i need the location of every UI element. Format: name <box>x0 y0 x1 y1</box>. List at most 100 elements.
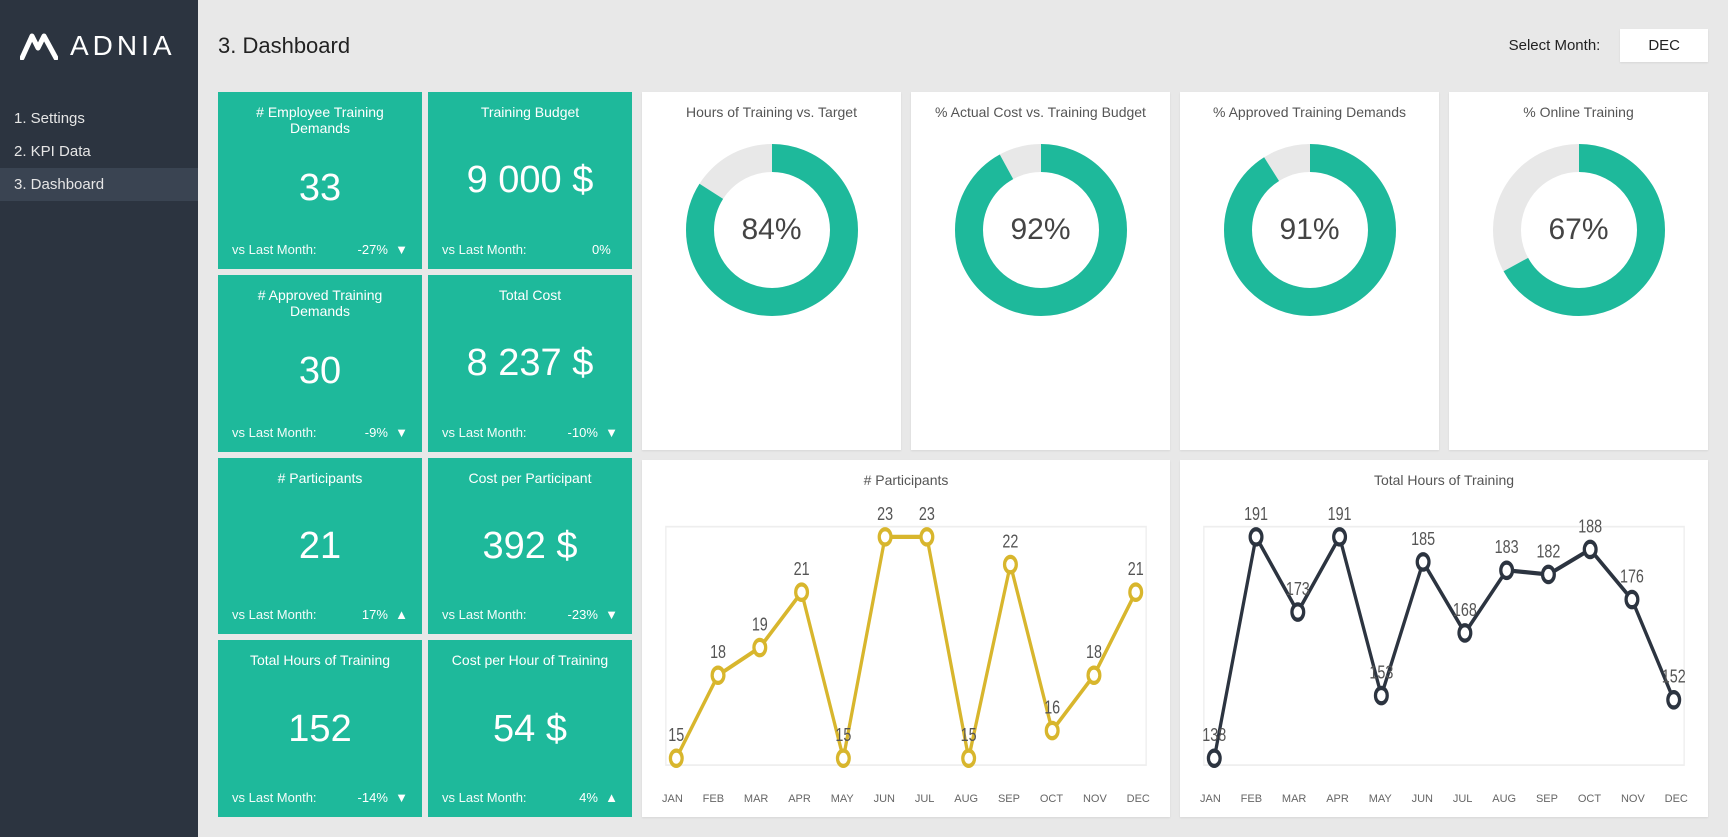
xaxis-tick: MAY <box>831 793 854 805</box>
kpi-value: 33 <box>299 167 341 210</box>
kpi-tile: Total Cost 8 237 $ vs Last Month: -10% ▼ <box>428 275 632 452</box>
kpi-delta-value: 0% <box>592 242 618 257</box>
kpi-delta-value: -9% ▼ <box>365 425 408 440</box>
brand-icon <box>20 32 58 60</box>
kpi-delta: vs Last Month: 0% <box>442 242 618 257</box>
kpi-delta: vs Last Month: 4% ▲ <box>442 790 618 805</box>
donut-title: % Actual Cost vs. Training Budget <box>935 104 1146 120</box>
xaxis-tick: SEP <box>998 793 1020 805</box>
kpi-delta: vs Last Month: -23% ▼ <box>442 607 618 622</box>
xaxis-tick: MAR <box>1282 793 1306 805</box>
xaxis-tick: OCT <box>1578 793 1601 805</box>
xaxis-tick: APR <box>788 793 811 805</box>
kpi-title: # Participants <box>278 470 363 486</box>
xaxis-tick: OCT <box>1040 793 1063 805</box>
nav-item-dashboard[interactable]: 3. Dashboard <box>0 168 198 201</box>
month-select-label: Select Month: <box>1509 37 1601 54</box>
xaxis-tick: JUL <box>915 793 935 805</box>
donut-chart: 92% <box>951 140 1131 320</box>
kpi-delta: vs Last Month: -10% ▼ <box>442 425 618 440</box>
donut-percent-label: 91% <box>1220 140 1400 320</box>
donut-title: Hours of Training vs. Target <box>686 104 857 120</box>
xaxis-tick: AUG <box>954 793 978 805</box>
kpi-delta-label: vs Last Month: <box>232 607 317 622</box>
xaxis-tick: DEC <box>1665 793 1688 805</box>
svg-text:168: 168 <box>1453 599 1477 620</box>
kpi-delta-value: -14% ▼ <box>358 790 408 805</box>
kpi-tile: # Participants 21 vs Last Month: 17% ▲ <box>218 458 422 635</box>
svg-text:18: 18 <box>1086 641 1102 662</box>
kpi-delta-label: vs Last Month: <box>442 242 527 257</box>
xaxis-tick: JUN <box>874 793 895 805</box>
kpi-tile: Training Budget 9 000 $ vs Last Month: 0… <box>428 92 632 269</box>
svg-text:183: 183 <box>1495 536 1519 557</box>
nav-item-settings[interactable]: 1. Settings <box>0 102 198 135</box>
xaxis-tick: MAR <box>744 793 768 805</box>
xaxis-tick: SEP <box>1536 793 1558 805</box>
brand-text: ADNIA <box>70 30 176 62</box>
participants-chart: 151819211523231522161821 <box>658 496 1154 786</box>
xaxis-tick: DEC <box>1127 793 1150 805</box>
svg-text:23: 23 <box>919 503 935 524</box>
xaxis-tick: JAN <box>1200 793 1221 805</box>
sidebar: ADNIA 1. Settings 2. KPI Data 3. Dashboa… <box>0 0 198 837</box>
donut-panel: % Online Training 67% <box>1449 92 1708 450</box>
participants-xaxis: JANFEBMARAPRMAYJUNJULAUGSEPOCTNOVDEC <box>658 785 1154 805</box>
svg-text:138: 138 <box>1202 724 1226 745</box>
svg-text:182: 182 <box>1536 540 1560 561</box>
xaxis-tick: MAY <box>1369 793 1392 805</box>
kpi-delta-label: vs Last Month: <box>232 425 317 440</box>
svg-text:176: 176 <box>1620 565 1644 586</box>
svg-text:23: 23 <box>877 503 893 524</box>
xaxis-tick: JUN <box>1412 793 1433 805</box>
page-title: 3. Dashboard <box>218 33 350 59</box>
kpi-delta-label: vs Last Month: <box>232 790 317 805</box>
brand-logo: ADNIA <box>0 0 198 102</box>
nav-item-kpi-data[interactable]: 2. KPI Data <box>0 135 198 168</box>
participants-chart-title: # Participants <box>658 472 1154 488</box>
svg-text:15: 15 <box>961 724 977 745</box>
kpi-value: 152 <box>288 708 351 751</box>
kpi-value: 9 000 $ <box>467 159 594 202</box>
kpi-delta: vs Last Month: -9% ▼ <box>232 425 408 440</box>
donut-percent-label: 84% <box>682 140 862 320</box>
kpi-value: 8 237 $ <box>467 342 594 385</box>
donut-title: % Online Training <box>1523 104 1634 120</box>
kpi-value: 30 <box>299 350 341 393</box>
donut-title: % Approved Training Demands <box>1213 104 1406 120</box>
donut-percent-label: 67% <box>1489 140 1669 320</box>
kpi-tile: Cost per Hour of Training 54 $ vs Last M… <box>428 640 632 817</box>
xaxis-tick: NOV <box>1083 793 1107 805</box>
kpi-delta: vs Last Month: -14% ▼ <box>232 790 408 805</box>
main: 3. Dashboard Select Month: DEC # Employe… <box>198 0 1728 837</box>
kpi-title: # Approved Training Demands <box>232 287 408 319</box>
xaxis-tick: FEB <box>703 793 724 805</box>
svg-text:152: 152 <box>1662 665 1686 686</box>
hours-chart: 138191173191153185168183182188176152 <box>1196 496 1692 786</box>
donut-chart: 91% <box>1220 140 1400 320</box>
xaxis-tick: JUL <box>1453 793 1473 805</box>
kpi-tile: Cost per Participant 392 $ vs Last Month… <box>428 458 632 635</box>
donut-percent-label: 92% <box>951 140 1131 320</box>
svg-text:21: 21 <box>794 558 810 579</box>
kpi-delta: vs Last Month: 17% ▲ <box>232 607 408 622</box>
donut-row: Hours of Training vs. Target 84% % Actua… <box>642 92 1708 450</box>
donut-panel: % Approved Training Demands 91% <box>1180 92 1439 450</box>
hours-chart-panel: Total Hours of Training 1381911731911531… <box>1180 460 1708 818</box>
kpi-value: 54 $ <box>493 708 567 751</box>
kpi-delta-value: 17% ▲ <box>362 607 408 622</box>
line-row: # Participants 151819211523231522161821 … <box>642 460 1708 818</box>
svg-text:153: 153 <box>1369 661 1393 682</box>
svg-text:18: 18 <box>710 641 726 662</box>
svg-text:191: 191 <box>1244 503 1268 524</box>
month-dropdown[interactable]: DEC <box>1620 29 1708 62</box>
kpi-title: Training Budget <box>481 104 579 120</box>
svg-text:185: 185 <box>1411 528 1435 549</box>
kpi-tile: # Approved Training Demands 30 vs Last M… <box>218 275 422 452</box>
svg-text:15: 15 <box>668 724 684 745</box>
kpi-delta-label: vs Last Month: <box>442 790 527 805</box>
kpi-delta-label: vs Last Month: <box>442 607 527 622</box>
svg-text:16: 16 <box>1044 696 1060 717</box>
kpi-title: Total Cost <box>499 287 561 303</box>
donut-panel: % Actual Cost vs. Training Budget 92% <box>911 92 1170 450</box>
